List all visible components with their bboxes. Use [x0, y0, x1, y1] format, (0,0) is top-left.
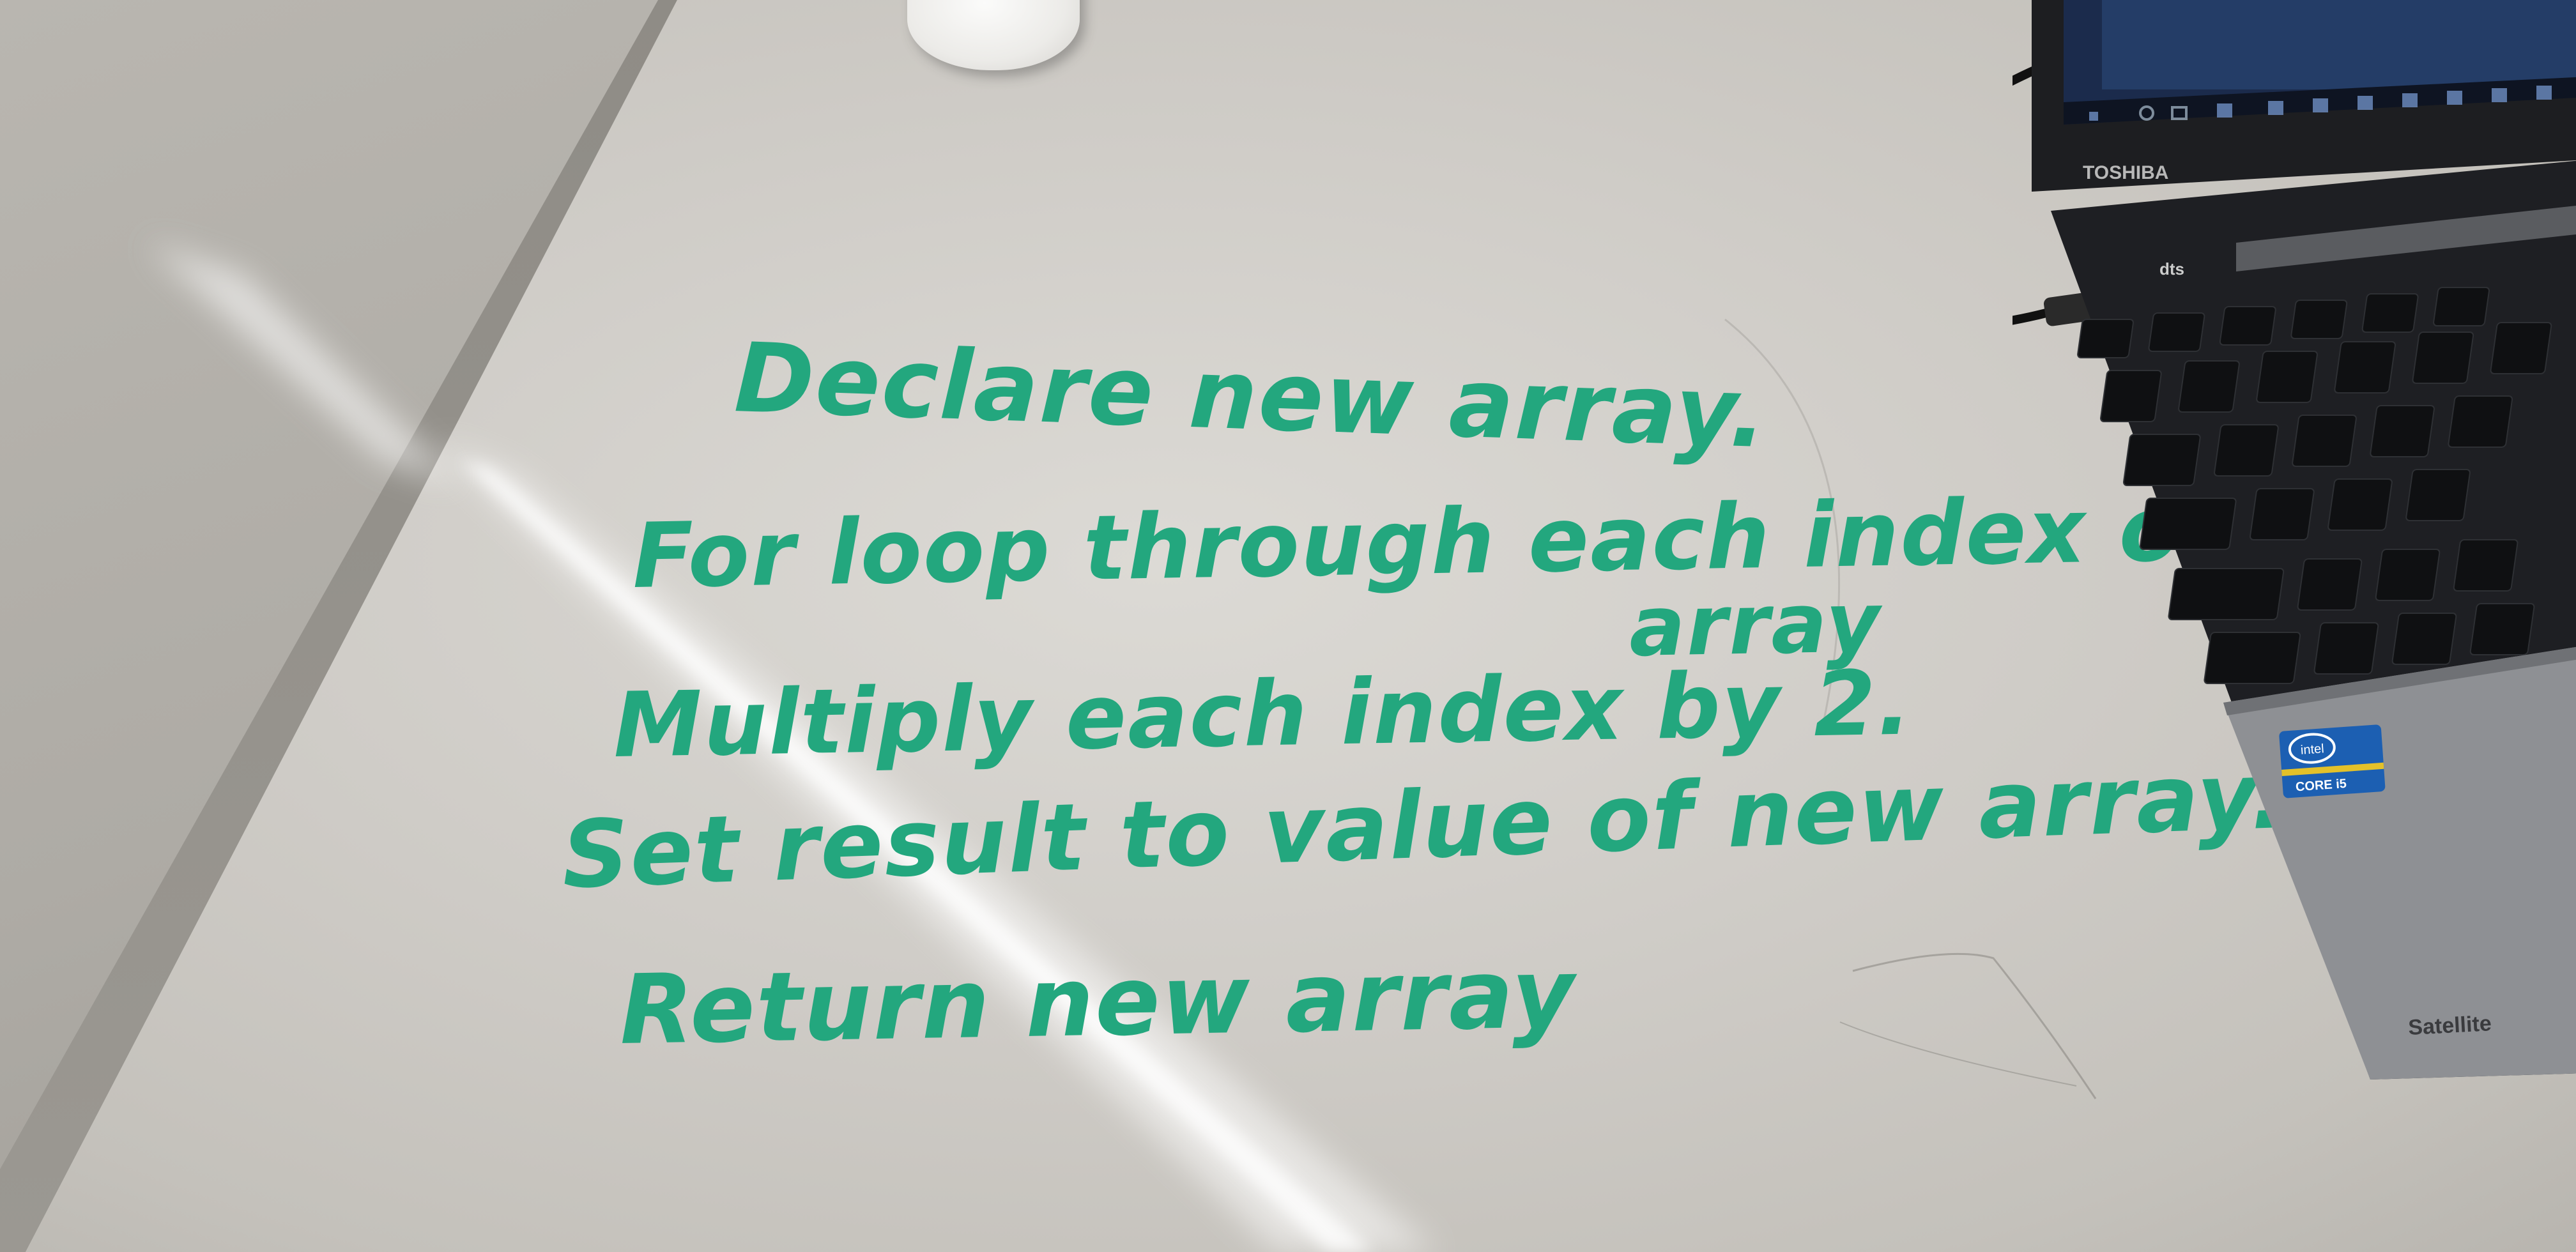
laptop: TOSHIBA dts intel CORE i5 Satellite [2012, 0, 2576, 1080]
svg-text:intel: intel [2300, 742, 2324, 758]
intel-sticker: intel CORE i5 [2279, 724, 2386, 798]
photo-scene: Declare new array. For loop through each… [0, 0, 2576, 1252]
whiteboard-text-line: Return new array [618, 938, 1577, 1066]
laptop-model-label: Satellite [2407, 1011, 2492, 1040]
audio-badge: dts [2159, 259, 2184, 279]
laptop-brand-label: TOSHIBA [2083, 162, 2168, 183]
